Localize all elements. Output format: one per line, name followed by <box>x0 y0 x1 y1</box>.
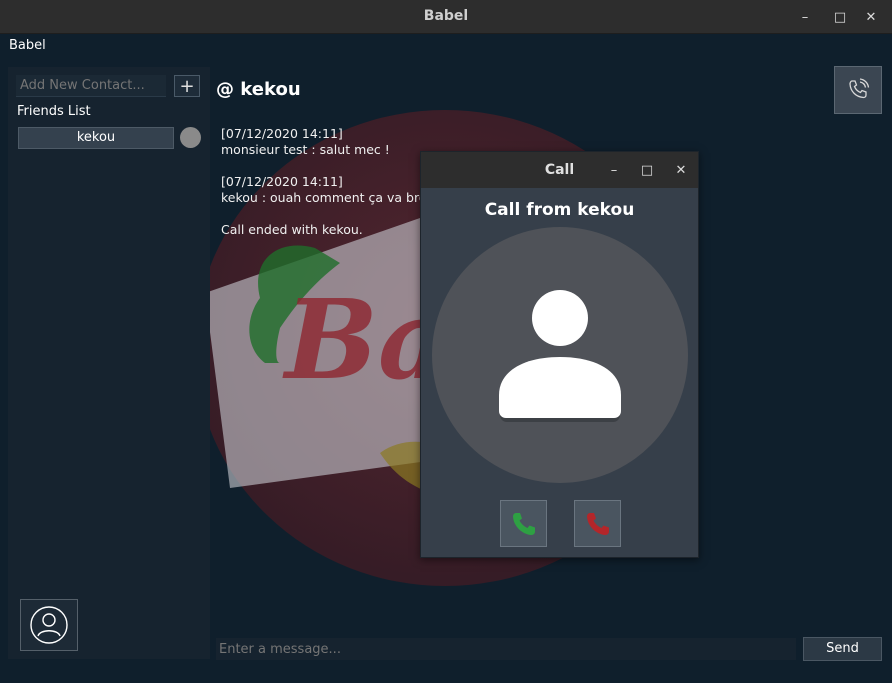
send-button[interactable]: Send <box>803 637 882 661</box>
message-item: [07/12/2020 14:11] monsieur test : salut … <box>221 126 437 158</box>
message-text: monsieur test : salut mec ! <box>221 142 390 157</box>
close-button[interactable]: ✕ <box>861 7 881 27</box>
message-item: [07/12/2020 14:11] kekou : ouah comment ç… <box>221 174 437 206</box>
add-contact-button[interactable]: + <box>174 75 200 97</box>
message-timestamp: [07/12/2020 14:11] <box>221 174 343 189</box>
minimize-button[interactable]: – <box>795 7 815 27</box>
call-dialog: Call – □ ✕ Call from kekou <box>420 151 699 558</box>
accept-call-button[interactable] <box>500 500 547 547</box>
call-close-button[interactable]: ✕ <box>671 160 691 180</box>
phone-decline-icon <box>586 512 609 535</box>
call-from-heading: Call from kekou <box>484 200 635 220</box>
user-silhouette-icon <box>499 290 621 422</box>
profile-button[interactable] <box>20 599 78 651</box>
add-contact-input[interactable] <box>16 75 166 97</box>
message-timestamp: [07/12/2020 14:11] <box>221 126 343 141</box>
decline-call-button[interactable] <box>574 500 621 547</box>
user-circle-icon <box>30 606 68 644</box>
call-status-message: Call ended with kekou. <box>221 222 363 237</box>
call-dialog-titlebar[interactable]: Call – □ ✕ <box>421 152 698 188</box>
window-titlebar[interactable]: Babel – □ ✕ <box>0 0 892 34</box>
friend-item-kekou[interactable]: kekou <box>18 127 174 149</box>
call-minimize-button[interactable]: – <box>604 160 624 180</box>
maximize-button[interactable]: □ <box>830 7 850 27</box>
caller-avatar <box>432 227 688 483</box>
phone-accept-icon <box>512 512 535 535</box>
start-call-button[interactable] <box>834 66 882 114</box>
sidebar <box>8 67 210 659</box>
phone-ringing-icon <box>849 78 870 99</box>
call-maximize-button[interactable]: □ <box>637 160 657 180</box>
message-input[interactable] <box>216 638 796 660</box>
friend-status-indicator <box>180 127 201 148</box>
message-text: kekou : ouah comment ça va bro ? <box>221 190 438 205</box>
friends-list-label: Friends List <box>17 104 91 119</box>
chat-header: @ kekou <box>216 79 301 100</box>
menubar: Babel <box>0 35 892 57</box>
message-list: [07/12/2020 14:11] monsieur test : salut … <box>221 126 437 254</box>
window-title: Babel <box>423 8 469 24</box>
menu-babel[interactable]: Babel <box>9 38 46 53</box>
